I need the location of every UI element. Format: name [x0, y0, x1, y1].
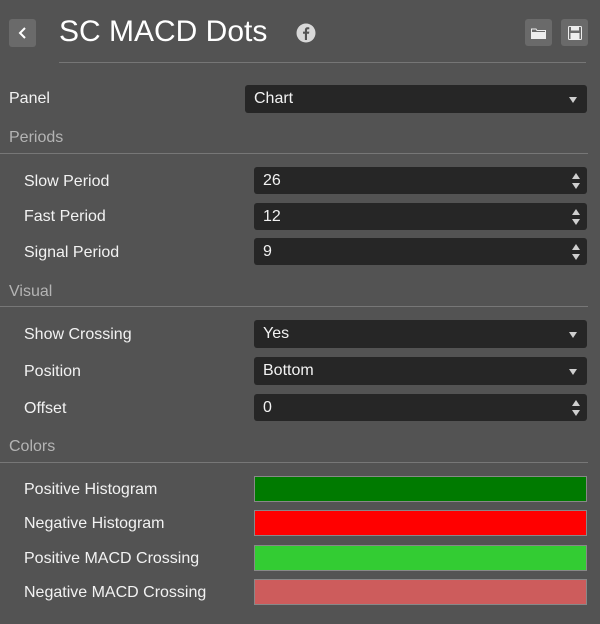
- save-icon: [567, 25, 582, 40]
- fast-period-value: 12: [263, 207, 281, 225]
- position-select[interactable]: Bottom: [254, 357, 587, 385]
- chevron-down-icon: [569, 97, 577, 103]
- spinner-icon[interactable]: [572, 208, 580, 225]
- facebook-icon[interactable]: [296, 23, 316, 43]
- section-divider: [0, 153, 588, 154]
- slow-period-input[interactable]: 26: [254, 167, 587, 194]
- panel-label: Panel: [9, 90, 50, 107]
- negative-macd-crossing-label: Negative MACD Crossing: [24, 584, 207, 601]
- fast-period-label: Fast Period: [24, 208, 106, 225]
- negative-histogram-color-swatch[interactable]: [254, 510, 587, 536]
- signal-period-label: Signal Period: [24, 244, 120, 261]
- spinner-icon[interactable]: [572, 399, 580, 416]
- folder-icon: [531, 28, 546, 39]
- positive-histogram-label: Positive Histogram: [24, 481, 158, 498]
- section-colors: Colors: [9, 438, 56, 455]
- offset-label: Offset: [24, 400, 67, 417]
- spinner-icon[interactable]: [572, 243, 580, 260]
- panel-select[interactable]: Chart: [245, 85, 587, 113]
- spinner-icon[interactable]: [572, 172, 580, 189]
- section-periods: Periods: [9, 129, 64, 146]
- show-crossing-label: Show Crossing: [24, 326, 132, 343]
- chevron-left-icon: [18, 27, 26, 39]
- page-title: SC MACD Dots: [59, 15, 268, 48]
- signal-period-input[interactable]: 9: [254, 238, 587, 265]
- header-divider: [59, 62, 586, 63]
- slow-period-label: Slow Period: [24, 173, 110, 190]
- negative-macd-crossing-color-swatch[interactable]: [254, 579, 587, 605]
- offset-input[interactable]: 0: [254, 394, 587, 421]
- signal-period-value: 9: [263, 242, 272, 260]
- position-value: Bottom: [263, 362, 314, 379]
- show-crossing-value: Yes: [263, 325, 290, 342]
- position-label: Position: [24, 363, 81, 380]
- fast-period-input[interactable]: 12: [254, 203, 587, 230]
- chevron-down-icon: [569, 332, 577, 338]
- back-button[interactable]: [9, 19, 36, 47]
- section-visual: Visual: [9, 283, 53, 300]
- negative-histogram-label: Negative Histogram: [24, 515, 165, 532]
- positive-macd-crossing-label: Positive MACD Crossing: [24, 550, 200, 567]
- positive-macd-crossing-color-swatch[interactable]: [254, 545, 587, 571]
- slow-period-value: 26: [263, 171, 281, 189]
- header: SC MACD Dots: [0, 0, 600, 64]
- save-button[interactable]: [561, 19, 588, 46]
- offset-value: 0: [263, 398, 272, 416]
- section-divider: [0, 462, 588, 463]
- show-crossing-select[interactable]: Yes: [254, 320, 587, 348]
- section-divider: [0, 306, 588, 307]
- positive-histogram-color-swatch[interactable]: [254, 476, 587, 502]
- open-button[interactable]: [525, 19, 552, 46]
- panel-value: Chart: [254, 90, 294, 107]
- chevron-down-icon: [569, 369, 577, 375]
